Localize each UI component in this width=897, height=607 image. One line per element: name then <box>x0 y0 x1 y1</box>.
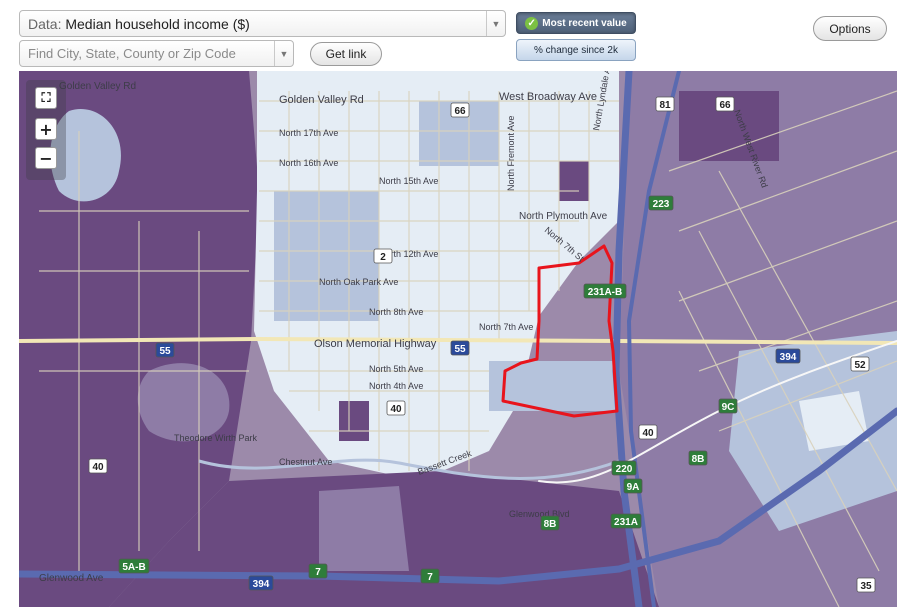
route-shield-label: 7 <box>427 572 433 583</box>
route-shield-label: 394 <box>780 352 797 363</box>
block-south-mid <box>319 486 409 571</box>
route-shield-label: 5A-B <box>122 562 145 573</box>
data-select[interactable]: Data: Median household income ($) ▼ <box>19 10 506 37</box>
zoom-out-button[interactable]: − <box>35 147 57 169</box>
route-shield: 81 <box>655 96 675 112</box>
route-shield-label: 8B <box>692 454 705 465</box>
route-shield-label: 66 <box>719 100 731 111</box>
route-shield: 7 <box>308 563 328 579</box>
street-label: Glenwood Ave <box>39 573 104 584</box>
street-label: North 7th Ave <box>479 322 533 332</box>
park-wetland <box>137 363 230 442</box>
street-label: Golden Valley Rd <box>59 81 136 92</box>
street-label: North 16th Ave <box>279 158 338 168</box>
route-shield-label: 40 <box>92 462 104 473</box>
street-label: North 4th Ave <box>369 381 423 391</box>
zoom-in-button[interactable]: + <box>35 118 57 140</box>
route-shield: 8B <box>688 450 708 466</box>
most-recent-value-toggle[interactable]: ✓ Most recent value <box>516 12 636 34</box>
route-shield: 223 <box>648 195 674 211</box>
route-shield-label: 55 <box>454 344 466 355</box>
route-shield-label: 81 <box>659 100 671 111</box>
street-label: Chestnut Ave <box>279 457 332 467</box>
route-shield-label: 9A <box>627 482 640 493</box>
route-shield-label: 220 <box>616 464 633 475</box>
dropdown-arrow-icon[interactable]: ▼ <box>486 11 505 36</box>
route-shield-label: 35 <box>860 581 872 592</box>
street-label: North Oak Park Ave <box>319 277 398 287</box>
data-select-value: Median household income ($) <box>65 16 250 32</box>
route-shield-label: 55 <box>159 346 171 357</box>
street-label: North Plymouth Ave <box>519 211 608 222</box>
checkmark-icon: ✓ <box>525 16 539 30</box>
route-shield: 35 <box>856 577 876 593</box>
street-label: North 5th Ave <box>369 364 423 374</box>
route-shield: 8B <box>540 515 560 531</box>
block-dark-2 <box>339 401 369 441</box>
route-shield: 231A <box>610 513 642 529</box>
route-shield-label: 40 <box>642 428 654 439</box>
route-shield: 231A-B <box>583 283 627 299</box>
route-shield: 2 <box>373 248 393 264</box>
dropdown-arrow-icon[interactable]: ▼ <box>274 41 293 66</box>
route-shield-label: 394 <box>253 579 270 590</box>
route-shield-label: 9C <box>722 402 735 413</box>
route-shield: 220 <box>611 460 637 476</box>
street-label: North 17th Ave <box>279 128 338 138</box>
route-shield-label: 231A-B <box>588 287 622 298</box>
map-canvas[interactable]: Golden Valley Rd Golden Valley Rd West Bro… <box>19 71 897 607</box>
percent-change-toggle[interactable]: % change since 2k <box>516 39 636 61</box>
route-shield: 394 <box>775 348 801 364</box>
street-label: North 15th Ave <box>379 176 438 186</box>
route-shield-label: 8B <box>544 519 557 530</box>
block-center-west <box>274 191 379 321</box>
route-shield-label: 66 <box>454 106 466 117</box>
street-label: Glenwood Blvd <box>509 509 570 519</box>
route-shield-label: 231A <box>614 517 638 528</box>
route-shield: 52 <box>850 356 870 372</box>
route-shield: 66 <box>715 96 735 112</box>
street-label: Theodore Wirth Park <box>174 433 258 443</box>
route-shield: 9A <box>623 478 643 494</box>
route-shield-label: 7 <box>315 567 321 578</box>
block-dark-1 <box>559 161 589 201</box>
search-input[interactable] <box>20 41 286 66</box>
data-select-text: Data: Median household income ($) <box>28 16 250 32</box>
choropleth-map[interactable]: Golden Valley Rd Golden Valley Rd West Bro… <box>19 71 897 607</box>
route-shield: 40 <box>638 424 658 440</box>
route-shield: 55 <box>450 340 470 356</box>
get-link-button[interactable]: Get link <box>310 42 382 66</box>
route-shield-label: 40 <box>390 404 402 415</box>
options-button[interactable]: Options <box>813 16 887 41</box>
most-recent-label: Most recent value <box>542 17 627 29</box>
location-search[interactable]: ▼ <box>19 40 294 67</box>
route-shield: 394 <box>248 575 274 591</box>
route-shield-label: 223 <box>653 199 670 210</box>
zoom-extent-icon[interactable]: ⛶ <box>35 87 57 109</box>
street-label: Olson Memorial Highway <box>314 338 437 350</box>
route-shield: 55 <box>155 342 175 358</box>
data-select-prefix: Data: <box>28 16 62 32</box>
street-label: North 8th Ave <box>369 307 423 317</box>
route-shield-label: 52 <box>854 360 866 371</box>
route-shield: 40 <box>88 458 108 474</box>
street-label: North Fremont Ave <box>506 116 516 191</box>
route-shield: 7 <box>420 568 440 584</box>
street-label: Golden Valley Rd <box>279 94 364 106</box>
route-shield-label: 2 <box>380 252 386 263</box>
route-shield: 5A-B <box>118 558 150 574</box>
route-shield: 40 <box>386 400 406 416</box>
street-label: West Broadway Ave <box>499 91 597 103</box>
route-shield: 66 <box>450 102 470 118</box>
route-shield: 9C <box>718 398 738 414</box>
